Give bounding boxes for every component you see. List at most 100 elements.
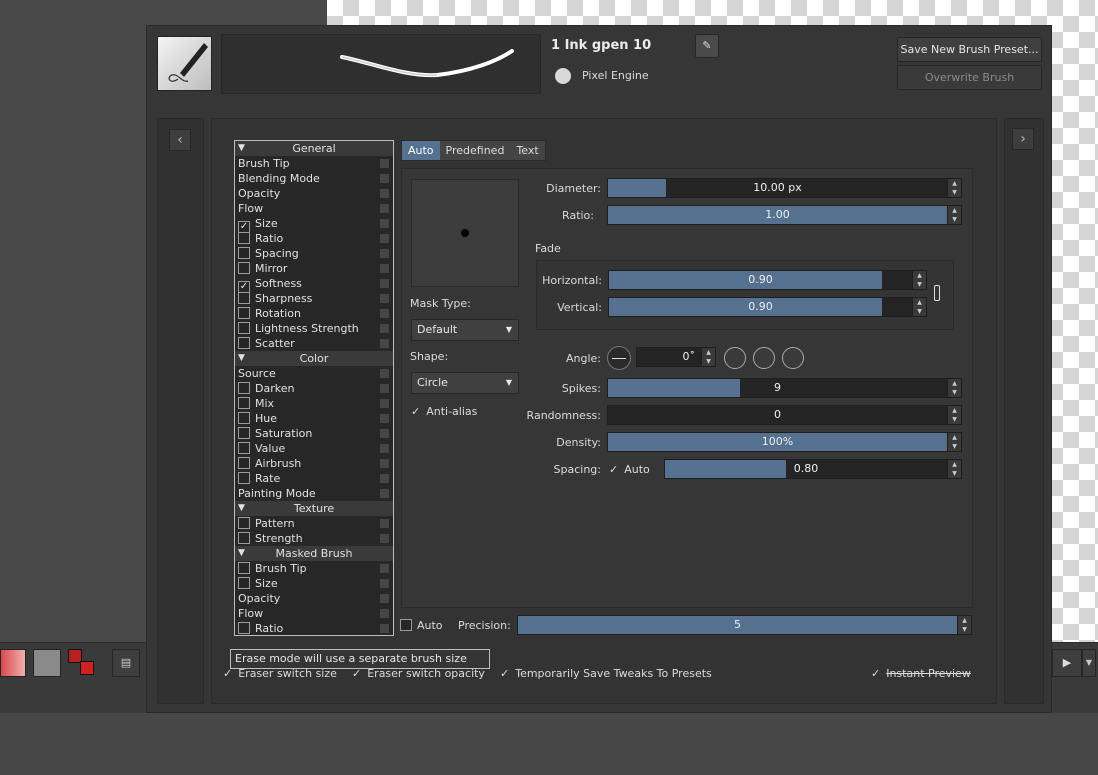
lock-icon[interactable]: [380, 474, 389, 483]
angle-dial-icon[interactable]: [607, 346, 631, 370]
checkbox[interactable]: [238, 622, 250, 634]
option-masked-ratio[interactable]: Ratio: [235, 621, 393, 635]
checkbox[interactable]: [400, 619, 412, 631]
horizontal-slider[interactable]: 0.90 ▲ ▼: [608, 270, 927, 290]
lock-icon[interactable]: [380, 339, 389, 348]
option-size[interactable]: ✓ Size: [235, 216, 393, 233]
lock-icon[interactable]: [380, 519, 389, 528]
flip-angle-icon[interactable]: [753, 347, 775, 369]
precision-slider[interactable]: 5 ▲ ▼: [517, 615, 972, 635]
pattern-swatch[interactable]: [33, 649, 61, 677]
save-tweaks-checkbox[interactable]: ✓ Temporarily Save Tweaks To Presets: [500, 667, 712, 680]
spin-arrows-icon[interactable]: ▲ ▼: [912, 298, 926, 316]
spin-arrows-icon[interactable]: ▲ ▼: [947, 406, 961, 424]
lock-icon[interactable]: [380, 414, 389, 423]
checkbox[interactable]: [238, 532, 250, 544]
category-general[interactable]: ▼ General: [235, 141, 393, 156]
expand-right-button[interactable]: ›: [1012, 128, 1034, 150]
vertical-slider[interactable]: 0.90 ▲ ▼: [608, 297, 927, 317]
density-slider[interactable]: 100% ▲ ▼: [607, 432, 962, 452]
tab-predefined[interactable]: Predefined: [440, 141, 511, 160]
option-rate[interactable]: Rate: [235, 471, 393, 486]
diameter-slider[interactable]: 10.00 px ▲ ▼: [607, 178, 962, 198]
edit-name-button[interactable]: ✎: [695, 34, 719, 58]
checkbox[interactable]: [238, 322, 250, 334]
checkbox[interactable]: [238, 307, 250, 319]
lock-icon[interactable]: [380, 369, 389, 378]
option-masked-brush-tip[interactable]: Brush Tip: [235, 561, 393, 576]
checkbox[interactable]: [238, 382, 250, 394]
option-rotation[interactable]: Rotation: [235, 306, 393, 321]
spin-arrows-icon[interactable]: ▲ ▼: [947, 460, 961, 478]
option-pattern[interactable]: Pattern: [235, 516, 393, 531]
precision-auto-checkbox[interactable]: Auto: [400, 619, 443, 632]
lock-icon[interactable]: [380, 309, 389, 318]
option-mix[interactable]: Mix: [235, 396, 393, 411]
lock-icon[interactable]: [380, 384, 389, 393]
option-blending-mode[interactable]: Blending Mode: [235, 171, 393, 186]
layout-icon[interactable]: ▤: [112, 649, 140, 677]
option-flow[interactable]: Flow: [235, 201, 393, 216]
option-value[interactable]: Value: [235, 441, 393, 456]
option-strength[interactable]: Strength: [235, 531, 393, 546]
lock-icon[interactable]: [380, 534, 389, 543]
checkbox[interactable]: [238, 472, 250, 484]
checkbox[interactable]: [238, 232, 250, 244]
option-softness[interactable]: ✓ Softness: [235, 276, 393, 293]
checkbox[interactable]: [238, 457, 250, 469]
spacing-auto-checkbox[interactable]: ✓ Auto: [609, 463, 650, 476]
spin-arrows-icon[interactable]: ▲ ▼: [912, 271, 926, 289]
lock-icon[interactable]: [380, 564, 389, 573]
spin-arrows-icon[interactable]: ▲ ▼: [701, 348, 715, 366]
option-ratio[interactable]: Ratio: [235, 231, 393, 246]
lock-icon[interactable]: [380, 459, 389, 468]
lock-icon[interactable]: [380, 234, 389, 243]
lock-icon[interactable]: [380, 264, 389, 273]
lock-icon[interactable]: [380, 444, 389, 453]
checkbox[interactable]: [238, 247, 250, 259]
lock-icon[interactable]: [380, 204, 389, 213]
category-texture[interactable]: ▼ Texture: [235, 501, 393, 516]
checkbox[interactable]: [238, 292, 250, 304]
reset-angle-icon[interactable]: [782, 347, 804, 369]
checkbox[interactable]: [238, 262, 250, 274]
option-airbrush[interactable]: Airbrush: [235, 456, 393, 471]
tab-text[interactable]: Text: [510, 141, 544, 160]
spin-arrows-icon[interactable]: ▲ ▼: [947, 379, 961, 397]
instant-preview-checkbox[interactable]: ✓ Instant Preview: [871, 667, 971, 680]
option-sharpness[interactable]: Sharpness: [235, 291, 393, 306]
option-masked-flow[interactable]: Flow: [235, 606, 393, 621]
lock-icon[interactable]: [380, 189, 389, 198]
link-aspect-icon[interactable]: [934, 285, 940, 301]
lock-icon[interactable]: [380, 624, 389, 633]
lock-icon[interactable]: [380, 489, 389, 498]
option-lightness-strength[interactable]: Lightness Strength: [235, 321, 393, 336]
eraser-size-checkbox[interactable]: ✓ Eraser switch size: [223, 667, 337, 680]
checkbox[interactable]: [238, 517, 250, 529]
option-masked-size[interactable]: Size: [235, 576, 393, 591]
option-darken[interactable]: Darken: [235, 381, 393, 396]
lock-icon[interactable]: [380, 594, 389, 603]
option-mirror[interactable]: Mirror: [235, 261, 393, 276]
spin-arrows-icon[interactable]: ▲ ▼: [957, 616, 971, 634]
category-masked-brush[interactable]: ▼ Masked Brush: [235, 546, 393, 561]
angle-spinbox[interactable]: 0˚ ▲ ▼: [636, 347, 716, 367]
checkbox[interactable]: [238, 577, 250, 589]
mask-type-select[interactable]: Default ▼: [411, 319, 519, 341]
lock-icon[interactable]: [380, 294, 389, 303]
lock-icon[interactable]: [380, 249, 389, 258]
randomness-slider[interactable]: 0 ▲ ▼: [607, 405, 962, 425]
lock-icon[interactable]: [380, 579, 389, 588]
lock-icon[interactable]: [380, 174, 389, 183]
option-masked-opacity[interactable]: Opacity: [235, 591, 393, 606]
brush-thumbnail[interactable]: [157, 36, 212, 91]
lock-icon[interactable]: [380, 219, 389, 228]
spin-arrows-icon[interactable]: ▲ ▼: [947, 433, 961, 451]
spacing-slider[interactable]: 0.80 ▲ ▼: [664, 459, 962, 479]
snap-angle-icon[interactable]: [724, 347, 746, 369]
option-hue[interactable]: Hue: [235, 411, 393, 426]
option-brush-tip[interactable]: Brush Tip: [235, 156, 393, 171]
lock-icon[interactable]: [380, 159, 389, 168]
lock-icon[interactable]: [380, 279, 389, 288]
option-spacing[interactable]: Spacing: [235, 246, 393, 261]
